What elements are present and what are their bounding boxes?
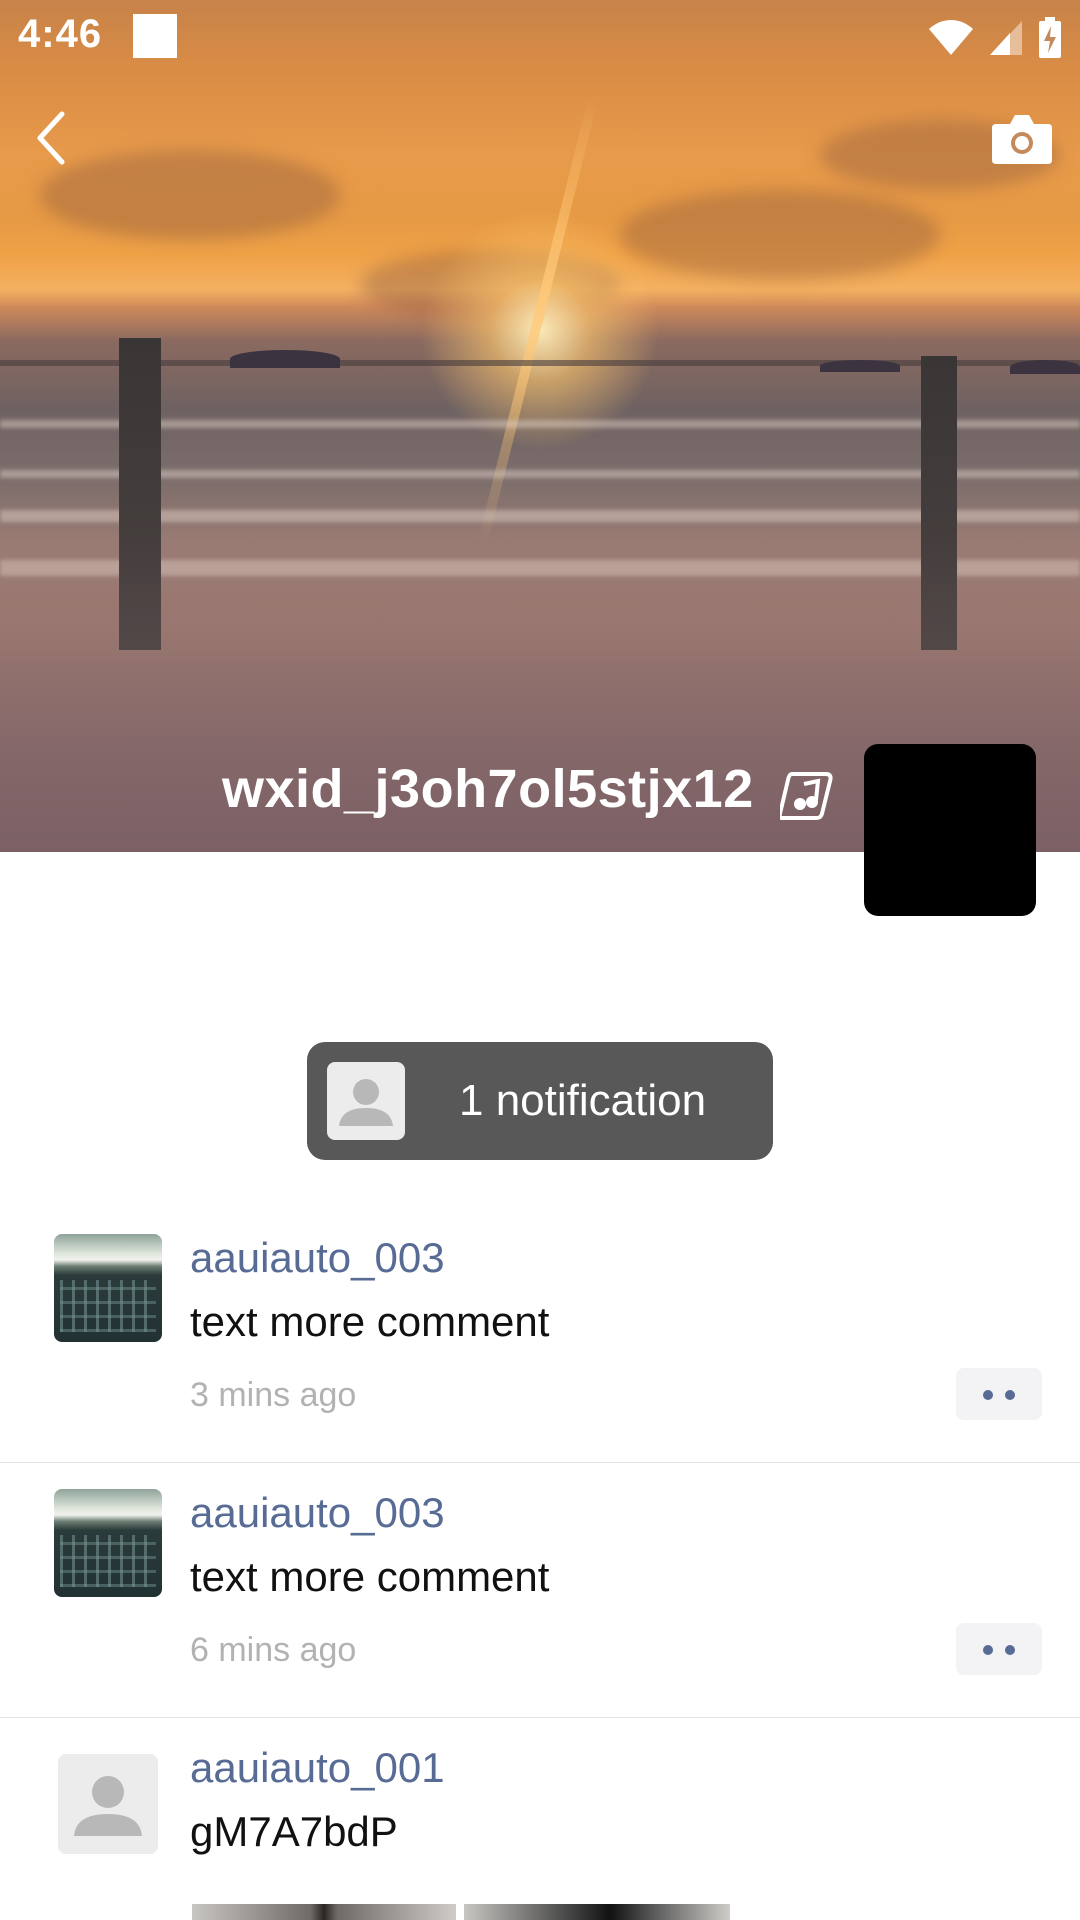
more-options-button[interactable] [956, 1623, 1042, 1675]
signal-icon [990, 21, 1022, 55]
comment-author[interactable]: aauiauto_001 [190, 1744, 445, 1792]
profile-avatar[interactable] [864, 744, 1036, 916]
post-image[interactable] [192, 1904, 456, 1920]
avatar[interactable] [54, 1489, 162, 1597]
avatar[interactable] [54, 1234, 162, 1342]
comment-text: text more comment [190, 1298, 550, 1345]
comment-text: text more comment [190, 1553, 550, 1600]
comment-time: 3 mins ago [190, 1376, 357, 1414]
more-dot-icon [983, 1645, 993, 1655]
comment-text: gM7A7bdP [190, 1808, 398, 1855]
camera-button[interactable] [990, 112, 1054, 166]
music-note-icon[interactable] [777, 770, 836, 820]
post-image[interactable] [464, 1904, 730, 1920]
more-options-button[interactable] [956, 1368, 1042, 1420]
status-time: 4:46 [18, 12, 103, 56]
comment-author[interactable]: aauiauto_003 [190, 1489, 445, 1537]
back-button[interactable] [24, 106, 80, 170]
camera-icon [992, 115, 1052, 164]
status-bar: 4:46 [0, 0, 1080, 76]
cover-image[interactable] [0, 0, 1080, 852]
comment-author[interactable]: aauiauto_003 [190, 1234, 445, 1282]
list-item[interactable]: aauiauto_001 gM7A7bdP [0, 1718, 1080, 1920]
wifi-icon [929, 20, 973, 55]
user-placeholder-icon [327, 1062, 405, 1140]
list-item[interactable]: aauiauto_003 text more comment 6 mins ag… [0, 1463, 1080, 1719]
more-dot-icon [1005, 1390, 1015, 1400]
notification-button[interactable]: 1 notification [307, 1042, 773, 1160]
profile-username: wxid_j3oh7ol5stjx12 [222, 759, 754, 819]
more-dot-icon [1005, 1645, 1015, 1655]
chevron-left-icon [37, 111, 65, 165]
more-dot-icon [983, 1390, 993, 1400]
battery-charging-icon [1039, 17, 1061, 58]
comment-time: 6 mins ago [190, 1631, 357, 1669]
notification-square-icon [133, 14, 177, 58]
notification-text: 1 notification [459, 1076, 707, 1125]
user-placeholder-icon[interactable] [58, 1754, 158, 1854]
list-item[interactable]: aauiauto_003 text more comment 3 mins ag… [0, 1208, 1080, 1464]
